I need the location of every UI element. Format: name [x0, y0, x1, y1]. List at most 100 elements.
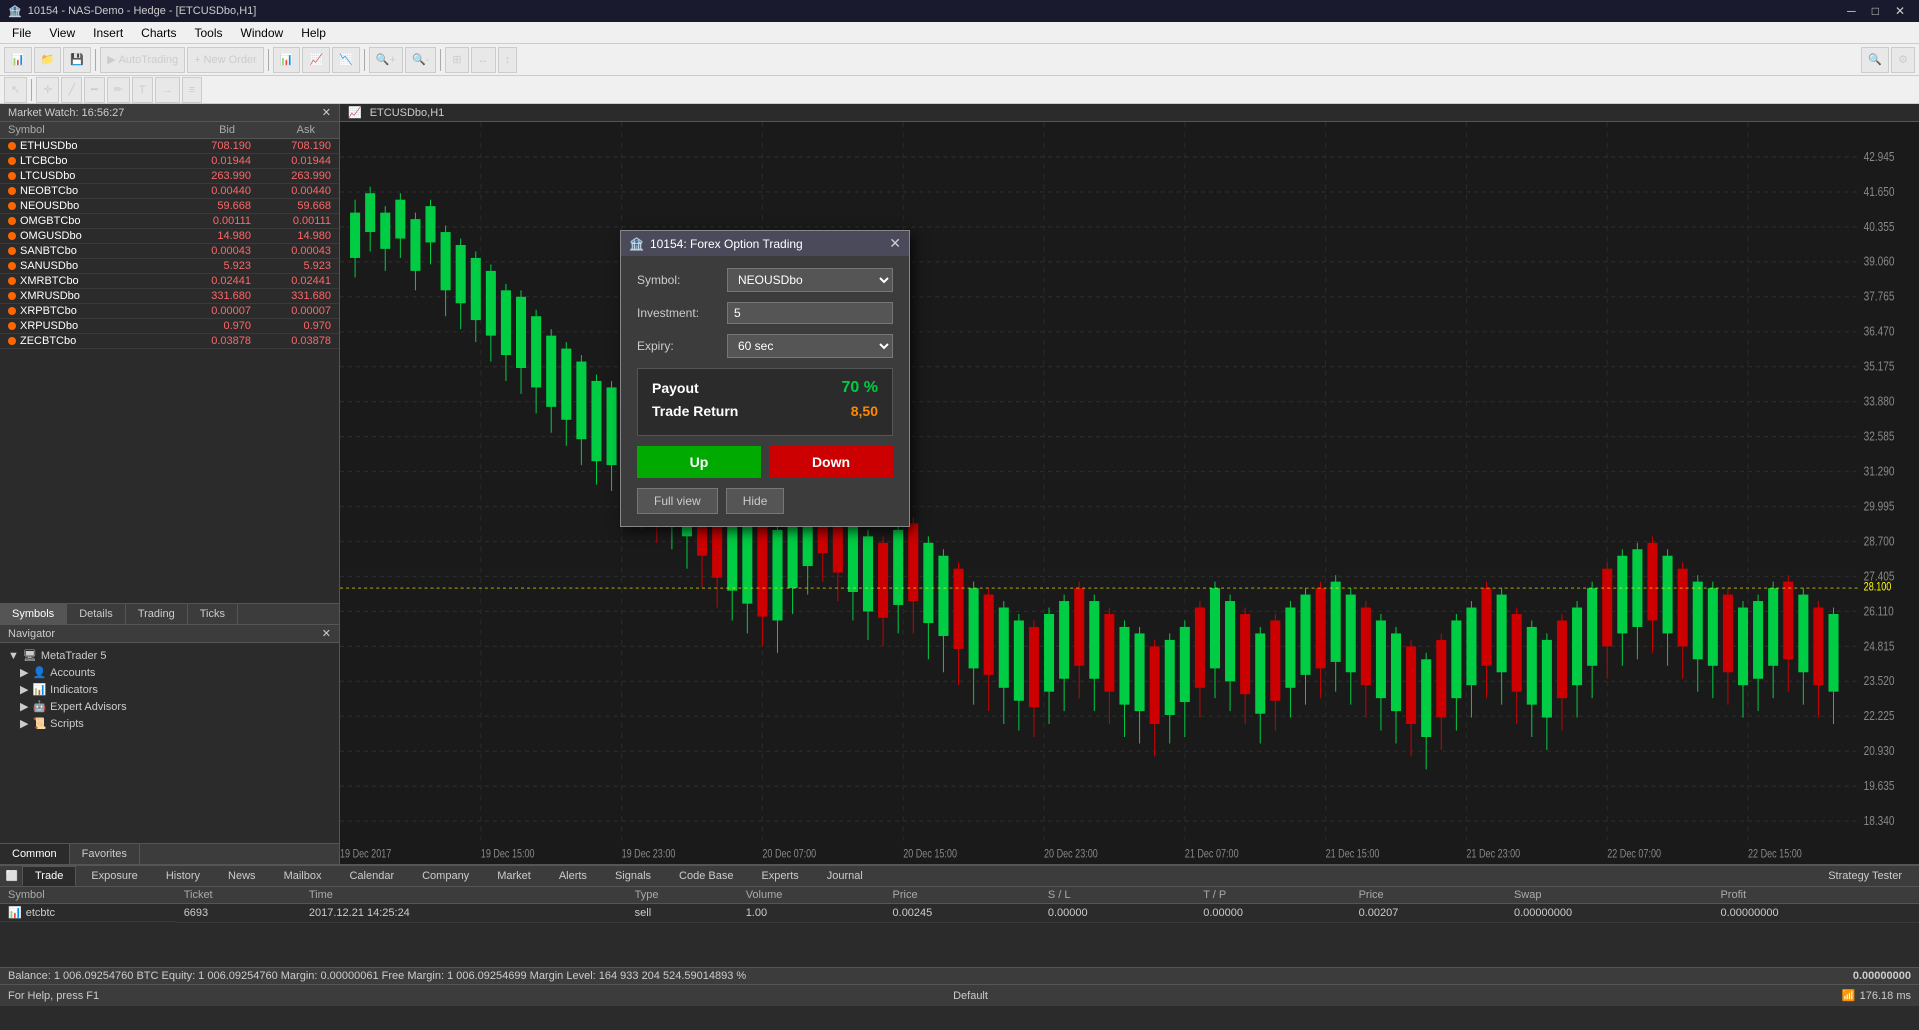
market-watch-row[interactable]: ETHUSDbo 708.190 708.190: [0, 139, 339, 154]
market-watch-row[interactable]: ZECBTCbo 0.03878 0.03878: [0, 334, 339, 349]
toolbar-settings[interactable]: ⚙: [1891, 47, 1915, 73]
toolbar-new-order[interactable]: + New Order: [187, 47, 264, 73]
mw-dot-8: [8, 262, 16, 270]
toolbar-save[interactable]: 💾: [63, 47, 91, 73]
nav-expert-advisors[interactable]: ▶ 🤖 Expert Advisors: [4, 698, 335, 715]
nav-accounts[interactable]: ▶ 👤 Accounts: [4, 664, 335, 681]
bottom-tab-history[interactable]: History: [153, 866, 213, 886]
menu-view[interactable]: View: [41, 24, 83, 42]
bottom-tab-news[interactable]: News: [215, 866, 269, 886]
market-watch-row[interactable]: XRPBTCbo 0.00007 0.00007: [0, 304, 339, 319]
chart-canvas[interactable]: 42.945 41.650 40.355 39.060 37.765 36.47…: [340, 122, 1919, 860]
bottom-tab-codebase[interactable]: Code Base: [666, 866, 746, 886]
bottom-tab-trade[interactable]: Trade: [22, 866, 76, 886]
common-tab-favorites[interactable]: Favorites: [70, 844, 140, 864]
navigator-close[interactable]: ✕: [322, 627, 331, 640]
down-button[interactable]: Down: [769, 446, 893, 478]
menu-file[interactable]: File: [4, 24, 39, 42]
td-price2: 0.00207: [1351, 904, 1506, 923]
expiry-select[interactable]: 60 sec: [727, 334, 893, 358]
td-swap: 0.00000000: [1506, 904, 1713, 923]
market-watch-row[interactable]: XRPUSDbo 0.970 0.970: [0, 319, 339, 334]
table-row[interactable]: 📊etcbtc 6693 2017.12.21 14:25:24 sell 1.…: [0, 904, 1919, 923]
menu-help[interactable]: Help: [293, 24, 334, 42]
mw-dot-7: [8, 247, 16, 255]
mw-tab-ticks[interactable]: Ticks: [188, 604, 238, 624]
toolbar-new-chart[interactable]: 📊: [4, 47, 32, 73]
strategy-tester-button[interactable]: Strategy Tester: [1815, 866, 1915, 886]
maximize-button[interactable]: □: [1866, 4, 1885, 18]
menu-charts[interactable]: Charts: [133, 24, 184, 42]
draw-arrow[interactable]: →: [155, 77, 180, 103]
toolbox-toggle[interactable]: ⬜: [4, 871, 20, 882]
mw-tab-trading[interactable]: Trading: [126, 604, 188, 624]
toolbar-search[interactable]: 🔍: [1861, 47, 1889, 73]
payout-section: Payout 70 % Trade Return 8,50: [637, 368, 893, 436]
chart-title: ETCUSDbo,H1: [370, 107, 445, 119]
bottom-tab-market[interactable]: Market: [484, 866, 544, 886]
market-watch-row[interactable]: LTCUSDbo 263.990 263.990: [0, 169, 339, 184]
mw-tab-symbols[interactable]: Symbols: [0, 604, 67, 624]
main-layout: Market Watch: 16:56:27 ✕ Symbol Bid Ask …: [0, 104, 1919, 864]
menu-tools[interactable]: Tools: [187, 24, 231, 42]
bottom-tab-alerts[interactable]: Alerts: [546, 866, 600, 886]
common-tab-common[interactable]: Common: [0, 844, 70, 864]
toolbar-open[interactable]: 📁: [34, 47, 62, 73]
draw-cursor[interactable]: ↖: [4, 77, 27, 103]
market-watch-row[interactable]: NEOBTCbo 0.00440 0.00440: [0, 184, 339, 199]
toolbar-autotrading[interactable]: ▶ AutoTrading: [100, 47, 185, 73]
market-watch-row[interactable]: SANBTCbo 0.00043 0.00043: [0, 244, 339, 259]
investment-input[interactable]: [727, 302, 893, 324]
draw-text[interactable]: T: [132, 77, 153, 103]
market-watch-row[interactable]: SANUSDbo 5.923 5.923: [0, 259, 339, 274]
toolbar-candle-chart[interactable]: 📈: [302, 47, 330, 73]
toolbar-line-chart[interactable]: 📉: [332, 47, 360, 73]
market-watch-row[interactable]: NEOUSDbo 59.668 59.668: [0, 199, 339, 214]
nav-indicators[interactable]: ▶ 📊 Indicators: [4, 681, 335, 698]
menu-insert[interactable]: Insert: [85, 24, 131, 42]
market-watch-row[interactable]: OMGUSDbo 14.980 14.980: [0, 229, 339, 244]
hide-button[interactable]: Hide: [726, 488, 785, 514]
bottom-tab-experts[interactable]: Experts: [748, 866, 811, 886]
draw-hline[interactable]: ━: [84, 77, 105, 103]
investment-label: Investment:: [637, 306, 727, 320]
modal-body: Symbol: NEOUSDbo Investment: Expiry: 60 …: [621, 256, 909, 526]
toolbar-bar-chart[interactable]: 📊: [273, 47, 301, 73]
modal-title-bar[interactable]: 🏦 10154: Forex Option Trading ✕: [621, 231, 909, 256]
draw-pen[interactable]: ✏: [107, 77, 130, 103]
up-button[interactable]: Up: [637, 446, 761, 478]
svg-text:20 Dec 07:00: 20 Dec 07:00: [762, 848, 816, 860]
title-bar-controls[interactable]: ─ □ ✕: [1841, 4, 1911, 18]
bottom-tab-calendar[interactable]: Calendar: [336, 866, 407, 886]
nav-scripts[interactable]: ▶ 📜 Scripts: [4, 715, 335, 732]
market-watch-row[interactable]: XMRUSDbo 331.680 331.680: [0, 289, 339, 304]
bottom-tab-company[interactable]: Company: [409, 866, 482, 886]
draw-line[interactable]: ╱: [61, 77, 82, 103]
bottom-tab-exposure[interactable]: Exposure: [78, 866, 150, 886]
modal-close-button[interactable]: ✕: [889, 235, 901, 252]
toolbar-objects[interactable]: ↕: [498, 47, 518, 73]
market-watch-row[interactable]: OMGBTCbo 0.00111 0.00111: [0, 214, 339, 229]
toolbar-properties[interactable]: ⊞: [445, 47, 468, 73]
full-view-button[interactable]: Full view: [637, 488, 718, 514]
mw-symbol-9: XMRBTCbo: [8, 275, 171, 287]
close-button[interactable]: ✕: [1889, 4, 1911, 18]
bottom-tab-mailbox[interactable]: Mailbox: [271, 866, 335, 886]
nav-metatrader5[interactable]: ▼ 🖥 MetaTrader 5: [4, 647, 335, 664]
svg-text:20 Dec 15:00: 20 Dec 15:00: [903, 848, 957, 860]
market-watch-row[interactable]: LTCBCbo 0.01944 0.01944: [0, 154, 339, 169]
market-watch-row[interactable]: XMRBTCbo 0.02441 0.02441: [0, 274, 339, 289]
menu-window[interactable]: Window: [233, 24, 292, 42]
draw-fib[interactable]: ≡: [182, 77, 202, 103]
toolbar-indicators[interactable]: ↔: [471, 47, 496, 73]
bottom-tab-journal[interactable]: Journal: [814, 866, 876, 886]
draw-crosshair[interactable]: ✛: [36, 77, 59, 103]
market-watch-close[interactable]: ✕: [322, 106, 331, 119]
minimize-button[interactable]: ─: [1841, 4, 1862, 18]
symbol-select[interactable]: NEOUSDbo: [727, 268, 893, 292]
toolbar-zoom-out[interactable]: 🔍-: [405, 47, 436, 73]
mw-tab-details[interactable]: Details: [67, 604, 126, 624]
toolbar-zoom-in[interactable]: 🔍+: [369, 47, 403, 73]
main-toolbar: 📊 📁 💾 ▶ AutoTrading + New Order 📊 📈 📉 🔍+…: [0, 44, 1919, 76]
bottom-tab-signals[interactable]: Signals: [602, 866, 664, 886]
